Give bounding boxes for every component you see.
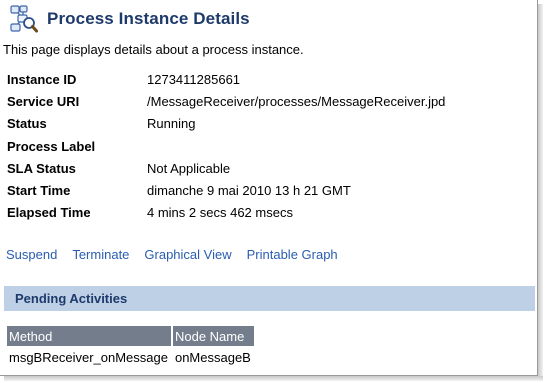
detail-value: Not Applicable bbox=[147, 160, 231, 176]
page-description: This page displays details about a proce… bbox=[3, 42, 304, 57]
detail-label: Start Time bbox=[7, 183, 71, 199]
graphical-view-link[interactable]: Graphical View bbox=[144, 247, 231, 262]
detail-label: Elapsed Time bbox=[7, 205, 91, 221]
section-title: Pending Activities bbox=[15, 291, 128, 306]
column-header-node-name: Node Name bbox=[172, 326, 254, 346]
detail-row-process-label: Process Label bbox=[7, 135, 445, 157]
process-instance-icon bbox=[8, 4, 38, 34]
table-header-row: Method Node Name bbox=[7, 326, 254, 346]
detail-row-start-time: Start Time dimanche 9 mai 2010 13 h 21 G… bbox=[7, 179, 445, 201]
detail-row-elapsed-time: Elapsed Time 4 mins 2 secs 462 msecs bbox=[7, 202, 445, 224]
detail-label: Status bbox=[7, 116, 47, 132]
terminate-link[interactable]: Terminate bbox=[72, 247, 129, 262]
detail-value: /MessageReceiver/processes/MessageReceiv… bbox=[147, 93, 446, 109]
detail-label: Process Label bbox=[7, 138, 96, 154]
printable-graph-link[interactable]: Printable Graph bbox=[247, 247, 338, 262]
column-header-method: Method bbox=[7, 326, 171, 346]
detail-label: SLA Status bbox=[7, 160, 76, 176]
table-cell-node-name: onMessageB bbox=[174, 349, 251, 365]
frame-shadow-right bbox=[538, 4, 543, 378]
action-links: Suspend Terminate Graphical View Printab… bbox=[6, 247, 353, 262]
detail-row-instance-id: Instance ID 1273411285661 bbox=[7, 68, 445, 90]
page-title: Process Instance Details bbox=[47, 9, 250, 28]
detail-row-sla-status: SLA Status Not Applicable bbox=[7, 157, 445, 179]
detail-row-status: Status Running bbox=[7, 113, 445, 135]
detail-value: Running bbox=[147, 116, 196, 132]
suspend-link[interactable]: Suspend bbox=[6, 247, 57, 262]
pending-activities-table: Method Node Name msgBReceiver_onMessage … bbox=[5, 326, 256, 368]
detail-value: 4 mins 2 secs 462 msecs bbox=[147, 205, 293, 221]
frame-shadow-bottom bbox=[4, 376, 543, 381]
detail-row-service-uri: Service URI /MessageReceiver/processes/M… bbox=[7, 90, 445, 112]
details-table: Instance ID 1273411285661 Service URI /M… bbox=[7, 68, 445, 224]
detail-value: dimanche 9 mai 2010 13 h 21 GMT bbox=[147, 183, 351, 199]
pending-activities-header: Pending Activities bbox=[4, 286, 535, 311]
table-row: msgBReceiver_onMessage onMessageB bbox=[7, 346, 254, 368]
detail-label: Instance ID bbox=[7, 71, 77, 87]
detail-value: 1273411285661 bbox=[147, 71, 241, 87]
detail-label: Service URI bbox=[7, 93, 80, 109]
page-header: Process Instance Details bbox=[8, 4, 250, 34]
table-cell-method: msgBReceiver_onMessage bbox=[9, 349, 168, 365]
